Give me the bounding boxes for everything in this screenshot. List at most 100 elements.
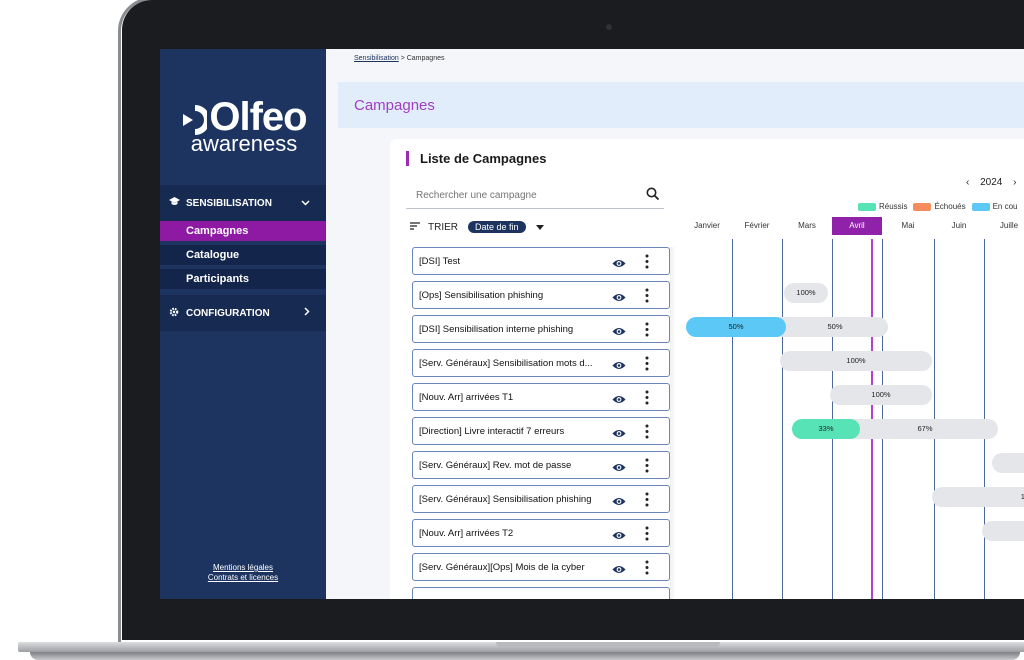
nav-section-label: SENSIBILISATION — [186, 197, 272, 209]
year-label: 2024 — [980, 177, 1003, 188]
sort-icon — [410, 221, 420, 233]
chevron-right-icon[interactable]: › — [1013, 177, 1016, 188]
title-bar: Campagnes — [338, 82, 1024, 128]
chevron-right-icon — [304, 307, 310, 319]
app-screen: Olfeo awareness SENSIBILISATION Campagne… — [160, 49, 1024, 599]
list-item[interactable]: [DSI] Test — [412, 247, 670, 275]
campaign-name: [Serv. Généraux] Rev. mot de passe — [419, 460, 572, 471]
nav-section-configuration[interactable]: CONFIGURATION — [160, 295, 326, 331]
campaign-name: [Direction] Livre interactif 7 erreurs — [419, 426, 565, 437]
licences-link[interactable]: Contrats et licences — [160, 573, 326, 583]
gantt-bar[interactable]: 100% — [780, 351, 932, 371]
sort-chip[interactable]: Date de fin — [468, 221, 526, 233]
nav-section-sensibilisation[interactable]: SENSIBILISATION — [160, 185, 326, 221]
campaign-name: [DSI] Sensibilisation interne phishing — [419, 324, 574, 335]
gantt-bar-ongoing[interactable]: 50% — [686, 317, 786, 337]
sidebar-item-campagnes[interactable]: Campagnes — [160, 221, 326, 241]
gantt-bar[interactable]: 100 — [932, 487, 1024, 507]
legal-link[interactable]: Mentions légales — [160, 563, 326, 573]
campaign-name: [Nouv. Arr] arrivées T1 — [419, 392, 514, 403]
more-vertical-icon[interactable] — [645, 424, 649, 439]
list-item[interactable]: [Ops] Sensibilisation phishing — [412, 281, 670, 309]
sidebar: Olfeo awareness SENSIBILISATION Campagne… — [160, 49, 326, 599]
eye-icon[interactable] — [612, 324, 626, 335]
main-content: Sensibilisation > Campagnes Campagnes Li… — [338, 49, 1024, 599]
more-vertical-icon[interactable] — [645, 526, 649, 541]
list-divider — [670, 247, 676, 599]
campaign-name: [Nouv. Arr] arrivées T2 — [419, 528, 514, 539]
gantt-bar[interactable]: 100% — [830, 385, 932, 405]
sort-label[interactable]: TRIER — [428, 222, 458, 233]
gantt-bar[interactable] — [982, 521, 1024, 541]
gantt-chart: 100% 50% 50% 100% 100% 67% 33% 1 100 — [682, 239, 1024, 599]
camera-icon — [606, 24, 612, 30]
gantt-bar[interactable]: 100% — [784, 283, 828, 303]
eye-icon[interactable] — [612, 392, 626, 403]
search-input[interactable] — [416, 190, 626, 201]
month-label: Janvier — [694, 221, 720, 230]
month-gridline — [782, 239, 783, 599]
month-label: Mai — [901, 221, 915, 230]
chevron-left-icon[interactable]: ‹ — [966, 177, 969, 188]
more-vertical-icon[interactable] — [645, 322, 649, 337]
legend-label: Échoués — [934, 202, 966, 211]
list-item[interactable]: [Serv. Généraux] Rev. mot de passe — [412, 451, 670, 479]
campaign-name: [Serv. Généraux] Sensibilisation phishin… — [419, 494, 592, 505]
legend-swatch-success — [858, 202, 876, 211]
more-vertical-icon[interactable] — [645, 458, 649, 473]
legend-label: Réussis — [879, 202, 908, 211]
list-item[interactable] — [412, 587, 670, 599]
laptop-mockup: Olfeo awareness SENSIBILISATION Campagne… — [0, 0, 1024, 660]
eye-icon[interactable] — [612, 426, 626, 437]
more-vertical-icon[interactable] — [645, 356, 649, 371]
campaign-name: [Ops] Sensibilisation phishing — [419, 290, 544, 301]
legend-swatch-failed — [913, 202, 932, 211]
sidebar-item-participants[interactable]: Participants — [160, 269, 326, 289]
list-item[interactable]: [Serv. Généraux] Sensibilisation phishin… — [412, 485, 670, 513]
year-navigator: ‹ 2024 › — [962, 177, 1021, 188]
month-header: Janvier Février Mars Avril Mai Juin Juil… — [682, 217, 1024, 235]
eye-icon[interactable] — [612, 358, 626, 369]
graduation-cap-icon — [169, 197, 181, 209]
more-vertical-icon[interactable] — [645, 390, 649, 405]
sidebar-item-catalogue[interactable]: Catalogue — [160, 245, 326, 265]
breadcrumb-link[interactable]: Sensibilisation — [354, 55, 399, 62]
eye-icon[interactable] — [612, 494, 626, 505]
month-label-current: Avril — [832, 217, 882, 235]
more-vertical-icon[interactable] — [645, 254, 649, 269]
logo-subtext: awareness — [190, 131, 298, 156]
laptop-base — [0, 636, 1024, 660]
list-item[interactable]: [Serv. Généraux] Sensibilisation mots d.… — [412, 349, 670, 377]
eye-icon[interactable] — [612, 256, 626, 267]
eye-icon[interactable] — [612, 562, 626, 573]
list-item[interactable]: [Direction] Livre interactif 7 erreurs — [412, 417, 670, 445]
month-gridline — [732, 239, 733, 599]
search-box — [406, 183, 664, 209]
more-vertical-icon[interactable] — [645, 288, 649, 303]
more-vertical-icon[interactable] — [645, 492, 649, 507]
more-vertical-icon[interactable] — [645, 560, 649, 575]
sort-row: TRIER Date de fin — [410, 219, 544, 235]
list-item[interactable]: [DSI] Sensibilisation interne phishing — [412, 315, 670, 343]
campaigns-card: Liste de Campagnes TRIER Date de fin — [390, 139, 1024, 599]
legend-label: En cou — [992, 202, 1018, 211]
month-label: Février — [744, 221, 770, 230]
campaign-name: [Serv. Généraux] Sensibilisation mots d.… — [419, 358, 593, 369]
list-item[interactable]: [Nouv. Arr] arrivées T1 — [412, 383, 670, 411]
search-icon[interactable] — [646, 187, 660, 201]
olfeo-mark-icon — [181, 102, 211, 135]
eye-icon[interactable] — [612, 528, 626, 539]
list-item[interactable]: [Nouv. Arr] arrivées T2 — [412, 519, 670, 547]
list-item[interactable]: [Serv. Généraux][Ops] Mois de la cyber — [412, 553, 670, 581]
gantt-bar[interactable]: 1 — [992, 453, 1024, 473]
footer-links: Mentions légales Contrats et licences — [160, 563, 326, 583]
laptop-base-bottom — [30, 652, 1020, 660]
caret-down-icon[interactable] — [535, 223, 544, 232]
page-title: Campagnes — [354, 97, 435, 114]
eye-icon[interactable] — [612, 460, 626, 471]
laptop-notch — [496, 642, 720, 648]
eye-icon[interactable] — [612, 290, 626, 301]
gantt-bar-success[interactable]: 33% — [792, 419, 860, 439]
month-label: Juin — [951, 221, 967, 230]
list-title: Liste de Campagnes — [406, 151, 546, 166]
